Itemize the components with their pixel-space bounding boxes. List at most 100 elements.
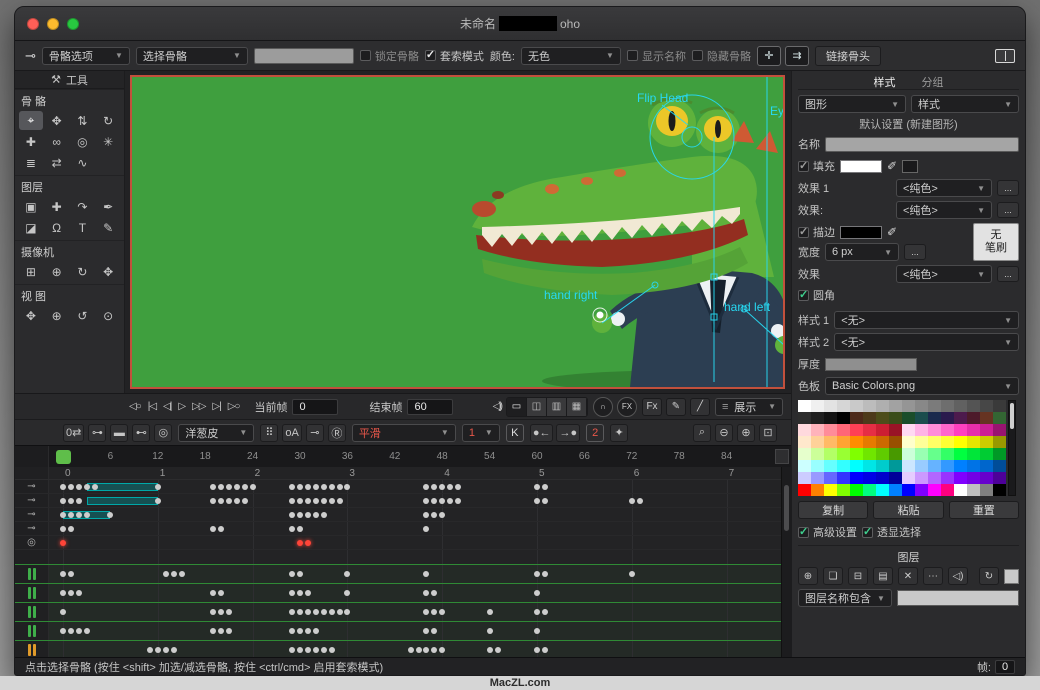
palette-swatch[interactable] [837,472,850,484]
keyframe-dot[interactable] [60,526,66,532]
palette-swatch[interactable] [954,460,967,472]
palette-swatch[interactable] [889,472,902,484]
pencil-overlay-button[interactable]: ✎ [666,398,686,416]
advanced-settings-checkbox[interactable]: 高级设置 [798,524,857,540]
keyframe-dot[interactable] [423,484,429,490]
view-mode-quad[interactable]: ▦ [567,398,587,416]
keyframe-dot[interactable] [542,571,548,577]
keyframe-dot[interactable] [297,484,303,490]
keyframe-dot[interactable] [313,484,319,490]
palette-swatch[interactable] [798,424,811,436]
palette-swatch[interactable] [863,436,876,448]
keyframe-dot[interactable] [431,628,437,634]
keyframe-dot[interactable] [155,498,161,504]
palette-swatch[interactable] [863,424,876,436]
pan-view-tool[interactable]: ✥ [19,306,43,325]
keyframe-dot[interactable] [76,590,82,596]
palette-swatch[interactable] [928,460,941,472]
palette-swatch[interactable] [915,424,928,436]
reset-view-tool[interactable]: ⊙ [96,306,120,325]
palette-swatch[interactable] [876,400,889,412]
fill-color-swatch[interactable] [840,160,882,173]
eyedropper-icon[interactable]: ✐ [887,159,897,173]
keyframe-dot[interactable] [337,609,343,615]
keyframe-dot[interactable] [487,628,493,634]
speaker-icon[interactable]: ◁)) [493,401,501,412]
shear-layer-tool[interactable]: ◪ [19,218,43,237]
palette-swatch[interactable] [837,460,850,472]
text-tool[interactable]: T [71,218,95,237]
jump-end-button[interactable]: ▷○ [226,400,242,413]
palette-swatch[interactable] [980,448,993,460]
palette-swatch[interactable] [811,448,824,460]
palette-swatch[interactable] [811,484,824,496]
palette-swatch[interactable] [811,424,824,436]
palette-swatch[interactable] [941,484,954,496]
keyframe-dot[interactable] [289,628,295,634]
timeline-ruler[interactable]: 612182430364248546066727884 [15,445,791,467]
keyframe-dot[interactable] [210,628,216,634]
style-dropdown[interactable]: 样式▼ [911,95,1019,113]
keyframe-dot[interactable] [313,609,319,615]
keyframe-dot[interactable] [226,498,232,504]
palette-swatch[interactable] [863,472,876,484]
keyframe-dot[interactable] [329,647,335,653]
keyframe-dot[interactable] [210,498,216,504]
keyframe-dot[interactable] [92,484,98,490]
keyframe-dot[interactable] [313,498,319,504]
palette-swatch[interactable] [837,424,850,436]
palette-swatch[interactable] [837,448,850,460]
palette-swatch[interactable] [811,400,824,412]
palette-swatch[interactable] [915,472,928,484]
keyframe-dot[interactable] [305,512,311,518]
relative-keyframing-button[interactable]: 0⇄ [63,424,84,442]
new-group-button[interactable]: ⊟ [848,567,868,585]
ruler-scroll-button[interactable] [775,449,789,464]
fast-forward-button[interactable]: ▷▷ [190,400,207,413]
hide-bones-checkbox[interactable]: 隐藏骨骼 [692,48,751,64]
tab-style[interactable]: 样式 [874,74,896,89]
keyframe-dot[interactable] [68,498,74,504]
keyframe-dot[interactable] [321,498,327,504]
transparent-select-checkbox[interactable]: 透显选择 [862,524,921,540]
keyframe-dot[interactable] [68,512,74,518]
play-button[interactable]: ▷ [176,400,187,413]
palette-swatch[interactable] [876,484,889,496]
palette-swatch[interactable] [889,400,902,412]
palette-swatch[interactable] [824,460,837,472]
headphones-button[interactable]: ∩ [593,397,613,417]
keyframe-dot[interactable] [60,590,66,596]
palette-swatch[interactable] [837,484,850,496]
follow-path-tool[interactable]: ↷ [71,197,95,216]
style1-dropdown[interactable]: <无>▼ [834,311,1019,329]
stroke-checkbox[interactable]: 描边 [798,224,835,240]
keyframe-dot[interactable] [289,609,295,615]
keyframe-dot[interactable] [423,590,429,596]
keyframe-dot[interactable] [60,540,66,546]
keyframe-dot[interactable] [455,498,461,504]
keyframe-dot[interactable] [297,647,303,653]
palette-swatch[interactable] [915,436,928,448]
fx-toggle-button[interactable]: FX [617,397,637,417]
palette-swatch[interactable] [889,484,902,496]
cycle-prev-key-button[interactable]: ●← [530,424,554,442]
paste-style-button[interactable]: 粘贴 [873,501,943,519]
keyframe-dot[interactable] [297,590,303,596]
keyframe-dot[interactable] [423,628,429,634]
keyframe-dot[interactable] [542,647,548,653]
keyframe-dot[interactable] [637,498,643,504]
select-bone-tool[interactable]: ⌖ [19,111,43,130]
link-bone-button[interactable]: 链接骨头 [815,46,881,66]
keyframe-mode-step-button[interactable]: ⊶ [88,424,106,442]
palette-swatch[interactable] [863,484,876,496]
duplicate-layer-button[interactable]: ❏ [823,567,843,585]
keyframe-dot[interactable] [305,628,311,634]
palette-swatch[interactable] [954,448,967,460]
keyframe-dot[interactable] [60,512,66,518]
keyframe-dot[interactable] [297,512,303,518]
stroke-width-options-button[interactable]: ... [904,244,926,260]
keyframe-dot[interactable] [439,484,445,490]
palette-swatch[interactable] [798,448,811,460]
palette-swatch[interactable] [928,424,941,436]
keyframe-dot[interactable] [60,571,66,577]
